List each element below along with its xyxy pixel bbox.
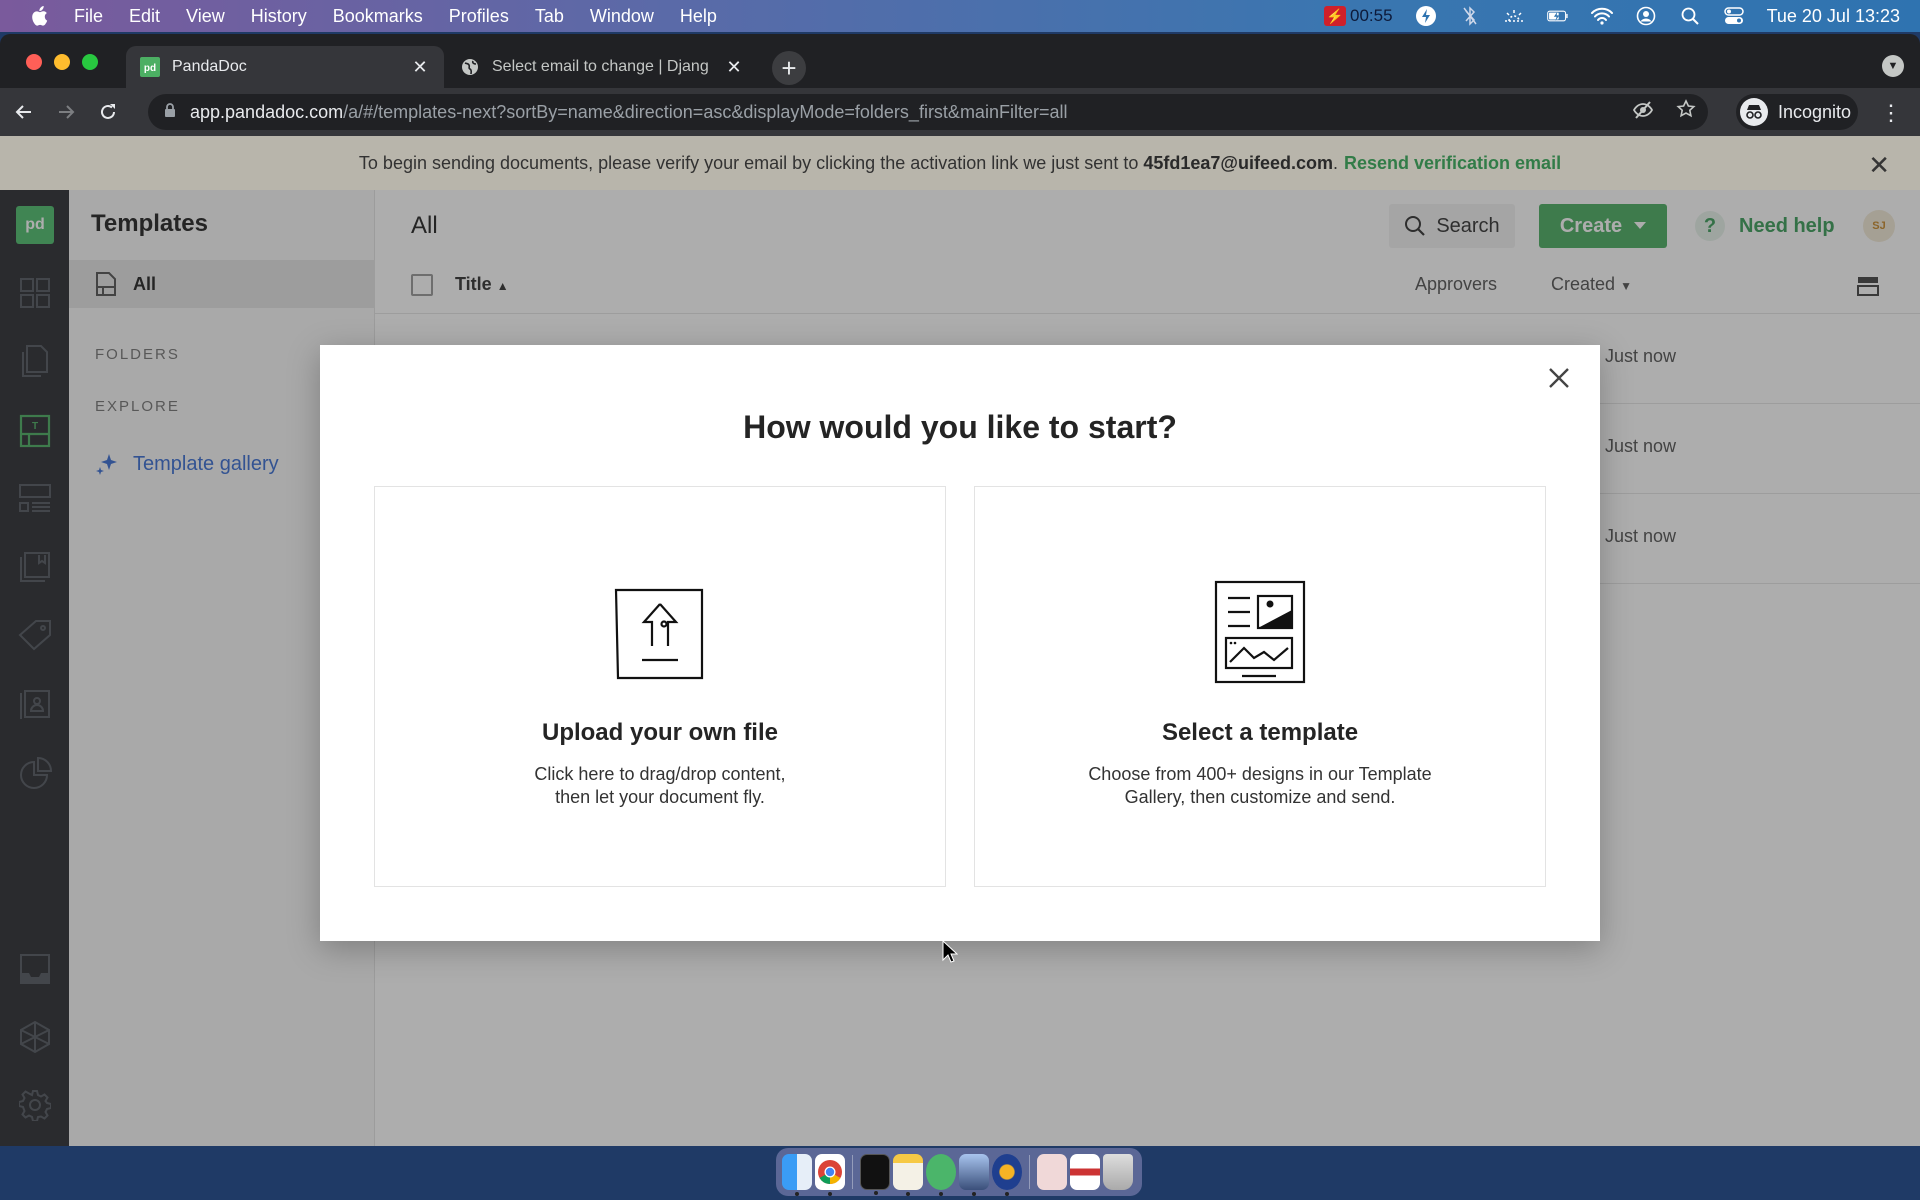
menu-window[interactable]: Window — [590, 6, 654, 27]
profile-label: Incognito — [1778, 101, 1852, 122]
dock-reeder-icon[interactable] — [992, 1154, 1022, 1196]
option-desc-line: Gallery, then customize and send. — [1124, 787, 1396, 807]
globe-icon — [460, 57, 480, 77]
screen-recording-indicator[interactable]: ⚡ 00:55 — [1324, 6, 1393, 26]
bolt-icon[interactable] — [1415, 5, 1437, 27]
window-controls — [26, 54, 98, 70]
option-description: Click here to drag/drop content, then le… — [375, 763, 945, 809]
modal-heading: How would you like to start? — [743, 409, 1177, 445]
dock-preview-icon[interactable] — [959, 1154, 989, 1196]
select-template-option[interactable]: Select a template Choose from 400+ desig… — [974, 486, 1546, 887]
menu-tab[interactable]: Tab — [535, 6, 564, 27]
template-illustration-icon — [1205, 577, 1315, 687]
maximize-window-button[interactable] — [82, 54, 98, 70]
close-modal-button[interactable] — [1544, 363, 1574, 393]
tab-title: Select email to change | Djang — [492, 58, 709, 75]
forward-button[interactable] — [48, 94, 84, 130]
chrome-menu-icon[interactable]: ⋮ — [1880, 100, 1902, 126]
dock-trash-icon[interactable] — [1103, 1154, 1133, 1190]
menu-view[interactable]: View — [186, 6, 225, 27]
option-desc-line: Choose from 400+ designs in our Template — [1088, 764, 1432, 784]
dock-atom-icon[interactable] — [926, 1154, 956, 1196]
address-bar[interactable]: app.pandadoc.com/a/#/templates-next?sort… — [148, 94, 1708, 130]
spotlight-search-icon[interactable] — [1679, 5, 1701, 27]
arrow-left-icon — [15, 105, 31, 119]
svg-text:pd: pd — [144, 63, 156, 74]
option-desc-line: Click here to drag/drop content, — [534, 764, 786, 784]
macos-dock — [776, 1148, 1142, 1196]
tab-pandadoc[interactable]: pd PandaDoc ✕ — [126, 46, 444, 88]
minimize-window-button[interactable] — [54, 54, 70, 70]
new-tab-button[interactable]: + — [772, 51, 806, 85]
dock-separator — [852, 1155, 853, 1189]
macos-menu-bar: Chrome File Edit View History Bookmarks … — [0, 0, 1920, 74]
menu-help[interactable]: Help — [680, 6, 717, 27]
dock-finder-icon[interactable] — [782, 1154, 812, 1196]
url-host: app.pandadoc.com — [190, 101, 344, 122]
reload-icon — [101, 104, 115, 119]
incognito-icon — [1740, 98, 1768, 126]
tab-django-admin[interactable]: Select email to change | Djang ✕ — [446, 46, 758, 88]
url-path: /a/#/templates-next?sortBy=name&directio… — [343, 101, 1068, 122]
arrow-right-icon — [59, 105, 75, 119]
tab-search-button[interactable]: ▼ — [1882, 55, 1904, 77]
control-center-icon[interactable] — [1723, 5, 1745, 27]
menu-profiles[interactable]: Profiles — [449, 6, 509, 27]
menu-edit[interactable]: Edit — [129, 6, 160, 27]
browser-toolbar: app.pandadoc.com/a/#/templates-next?sort… — [0, 88, 1920, 136]
tab-strip: pd PandaDoc ✕ Select email to change | D… — [0, 34, 1920, 88]
dock-screenshot-stack-icon[interactable] — [1070, 1154, 1100, 1190]
bookmark-star-icon[interactable] — [1676, 98, 1696, 126]
modal-backdrop-banner — [0, 136, 1920, 190]
lock-icon[interactable] — [164, 102, 176, 123]
close-tab-icon[interactable]: ✕ — [410, 57, 430, 78]
option-description: Choose from 400+ designs in our Template… — [975, 763, 1545, 809]
close-tab-icon[interactable]: ✕ — [724, 57, 744, 78]
option-desc-line: then let your document fly. — [555, 787, 765, 807]
menu-history[interactable]: History — [251, 6, 307, 27]
dock-notes-icon[interactable] — [893, 1154, 923, 1196]
start-document-modal: How would you like to start? Upload your… — [320, 345, 1600, 941]
mouse-cursor — [942, 939, 959, 969]
user-icon[interactable] — [1635, 5, 1657, 27]
incognito-profile-button[interactable]: Incognito — [1736, 94, 1858, 130]
wifi-icon[interactable] — [1590, 5, 1613, 27]
apple-icon[interactable] — [28, 5, 50, 27]
pandadoc-favicon-icon: pd — [140, 57, 160, 77]
dock-terminal-icon[interactable] — [860, 1154, 890, 1195]
eye-off-icon[interactable] — [1632, 99, 1654, 126]
battery-charging-icon[interactable] — [1546, 5, 1569, 27]
close-icon — [1549, 368, 1569, 388]
option-title: Upload your own file — [541, 719, 778, 746]
menu-bookmarks[interactable]: Bookmarks — [333, 6, 423, 27]
recording-time: 00:55 — [1350, 6, 1393, 25]
close-window-button[interactable] — [26, 54, 42, 70]
upload-illustration-icon — [605, 577, 715, 687]
upload-file-option[interactable]: Upload your own file Click here to drag/… — [374, 486, 946, 887]
dock-chrome-icon[interactable] — [815, 1154, 845, 1196]
tab-title: PandaDoc — [172, 58, 247, 75]
back-button[interactable] — [6, 94, 42, 130]
dock-downloads-stack-icon[interactable] — [1037, 1154, 1067, 1190]
reload-button[interactable] — [90, 94, 126, 130]
dock-separator — [1029, 1155, 1030, 1189]
menu-file[interactable]: File — [74, 6, 103, 27]
bluetooth-off-icon[interactable] — [1459, 5, 1481, 27]
option-title: Select a template — [1161, 719, 1359, 746]
menubar-clock[interactable]: Tue 20 Jul 13:23 — [1767, 6, 1900, 27]
recording-icon: ⚡ — [1324, 6, 1347, 26]
brightness-icon[interactable] — [1503, 5, 1525, 27]
